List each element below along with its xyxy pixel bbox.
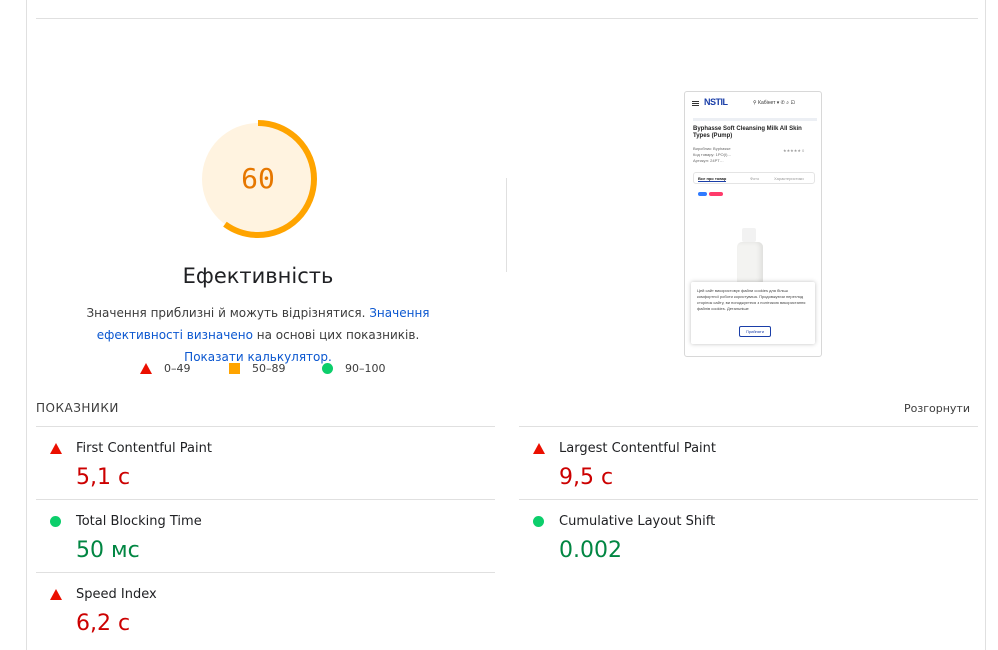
- top-divider: [36, 18, 978, 19]
- metric-value: 0.002: [559, 538, 622, 563]
- screenshot-cookie-banner: Цей сайт використовує файли cookies для …: [691, 282, 815, 344]
- menu-icon: [692, 101, 699, 102]
- legend-item-fail: 0–49: [140, 362, 191, 375]
- legend-item-average: 50–89: [229, 362, 286, 375]
- metric-value: 6,2 с: [76, 611, 131, 636]
- screenshot-tabs: Все про товар Фото Характеристики: [693, 172, 815, 184]
- legend-range: 50–89: [252, 362, 286, 375]
- legend-item-pass: 90–100: [322, 362, 386, 375]
- product-image-pump: [742, 228, 756, 242]
- description-text-1: Значення приблизні й можуть відрізнятися…: [86, 306, 366, 320]
- score-description: Значення приблизні й можуть відрізнятися…: [66, 302, 450, 368]
- circle-icon: [533, 516, 544, 527]
- performance-gauge[interactable]: 60: [196, 117, 320, 241]
- screenshot-product-meta: Виробник: Byphasse Код товару: 1PO(I)… А…: [693, 146, 732, 163]
- metric-name: First Contentful Paint: [76, 441, 212, 456]
- description-text-2: на основі цих показників.: [256, 328, 420, 342]
- metrics-section-label: ПОКАЗНИКИ: [36, 401, 119, 415]
- screenshot-tab: Характеристики: [774, 176, 804, 181]
- cookie-accept-button: Прийняти: [739, 326, 771, 337]
- metric-cumulative-layout-shift[interactable]: Cumulative Layout Shift 0.002: [519, 499, 978, 572]
- metric-first-contentful-paint[interactable]: First Contentful Paint 5,1 с: [36, 426, 495, 499]
- square-icon: [229, 363, 240, 374]
- screenshot-badge: [698, 192, 707, 196]
- triangle-icon: [140, 363, 152, 374]
- screenshot-breadcrumb: [693, 118, 817, 121]
- metric-name: Speed Index: [76, 587, 157, 602]
- final-screenshot[interactable]: NSTIL ⚲ Кабінет ▾ ✆ ⌕ ⊡ Byphasse Soft Cl…: [684, 91, 822, 357]
- metric-speed-index[interactable]: Speed Index 6,2 с: [36, 572, 495, 645]
- gauge-title: Ефективність: [182, 264, 334, 288]
- header-icons: ⚲ Кабінет ▾ ✆ ⌕ ⊡: [753, 100, 795, 106]
- screenshot-rating: ★★★★★ 0: [783, 148, 805, 153]
- metric-value: 50 мс: [76, 538, 140, 563]
- score-legend: 0–49 50–89 90–100: [0, 362, 520, 380]
- metric-total-blocking-time[interactable]: Total Blocking Time 50 мс: [36, 499, 495, 572]
- expand-metrics-button[interactable]: Розгорнути: [904, 402, 970, 415]
- triangle-icon: [50, 589, 62, 600]
- metric-value: 5,1 с: [76, 465, 131, 490]
- legend-range: 0–49: [164, 362, 191, 375]
- metric-value: 9,5 с: [559, 465, 614, 490]
- screenshot-product-title: Byphasse Soft Cleansing Milk All Skin Ty…: [693, 126, 802, 139]
- product-image: [737, 242, 763, 284]
- metric-name: Largest Contentful Paint: [559, 441, 717, 456]
- legend-range: 90–100: [345, 362, 386, 375]
- cookie-text: Цей сайт використовує файли cookies для …: [697, 288, 806, 311]
- triangle-icon: [50, 443, 62, 454]
- screenshot-tab: Фото: [750, 176, 760, 181]
- screenshot-badge: [709, 192, 723, 196]
- vertical-divider: [506, 178, 507, 272]
- metric-name: Total Blocking Time: [76, 514, 202, 529]
- metric-largest-contentful-paint[interactable]: Largest Contentful Paint 9,5 с: [519, 426, 978, 499]
- triangle-icon: [533, 443, 545, 454]
- screenshot-tab: Все про товар: [698, 176, 727, 182]
- screenshot-header: NSTIL ⚲ Кабінет ▾ ✆ ⌕ ⊡: [685, 92, 821, 114]
- metric-name: Cumulative Layout Shift: [559, 514, 716, 529]
- circle-icon: [50, 516, 61, 527]
- circle-icon: [322, 363, 333, 374]
- site-logo: NSTIL: [704, 97, 728, 107]
- score-value: 60: [241, 162, 275, 195]
